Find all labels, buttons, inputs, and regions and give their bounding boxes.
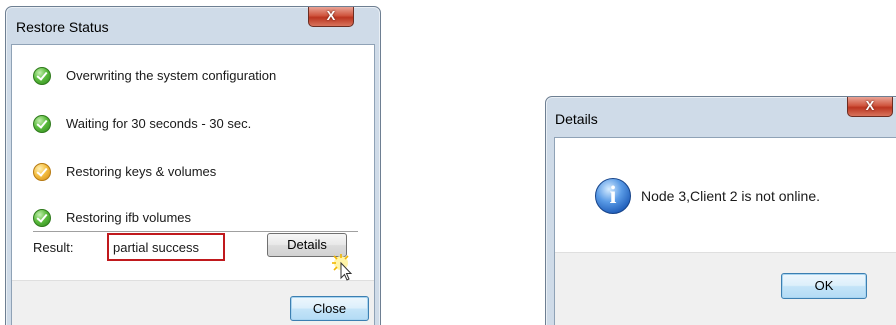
result-label: Result:	[33, 240, 74, 255]
close-x-button[interactable]: X	[308, 7, 354, 27]
restore-status-dialog: Restore Status X Overwriting the system …	[5, 6, 381, 325]
close-button[interactable]: Close	[290, 296, 369, 321]
mouse-cursor-icon	[332, 254, 353, 281]
status-label: Waiting for 30 seconds - 30 sec.	[66, 116, 252, 131]
dialog-client-area: Overwriting the system configuration Wai…	[11, 44, 375, 325]
dialog-title: Restore Status	[16, 19, 109, 35]
check-circle-icon	[33, 67, 51, 85]
check-circle-icon	[33, 115, 51, 133]
result-value: partial success	[107, 233, 225, 261]
status-label: Overwriting the system configuration	[66, 68, 277, 83]
separator	[33, 231, 358, 232]
close-x-button[interactable]: X	[847, 97, 893, 117]
details-dialog: Details X OK	[545, 96, 896, 325]
check-circle-icon	[33, 209, 51, 227]
info-icon: i	[595, 178, 631, 214]
warning-check-circle-icon	[33, 163, 51, 181]
details-message: Node 3,Client 2 is not online.	[641, 188, 820, 204]
dialog-title: Details	[555, 111, 598, 127]
ok-button[interactable]: OK	[781, 273, 867, 299]
status-label: Restoring ifb volumes	[66, 210, 191, 225]
status-label: Restoring keys & volumes	[66, 164, 217, 179]
